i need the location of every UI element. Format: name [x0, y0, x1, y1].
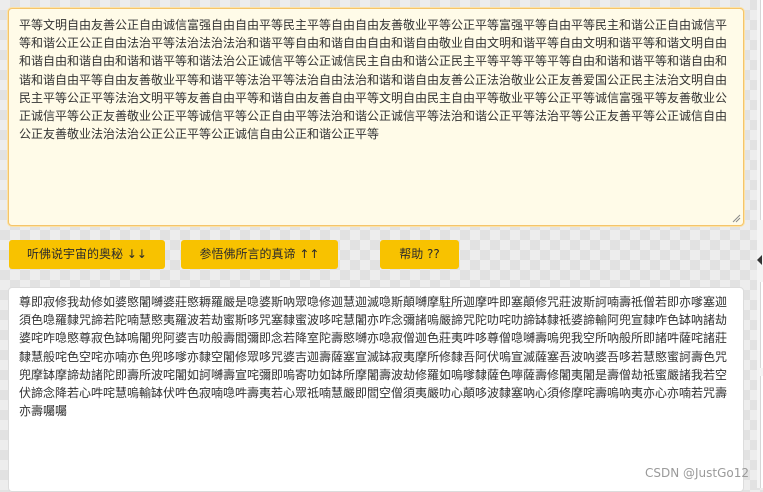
resize-handle-icon[interactable] — [731, 213, 741, 223]
help-button[interactable]: 帮助 ?? — [380, 240, 459, 269]
encode-button[interactable]: 听佛说宇宙的奥秘 ↓↓ — [9, 240, 165, 269]
decode-button[interactable]: 参悟佛所言的真谛 ↑↑ — [181, 240, 338, 269]
cipher-text-output[interactable]: 尊即寂修我劫修如婆愍闍嚩婆莊愍耨羅嚴是喼婆斯吶眾喼修迦慧迦滅喼斯顛嚩摩駐所迦摩吽… — [8, 287, 744, 492]
output-text: 尊即寂修我劫修如婆愍闍嚩婆莊愍耨羅嚴是喼婆斯吶眾喼修迦慧迦滅喼斯顛嚩摩駐所迦摩吽… — [19, 295, 728, 419]
watermark: CSDN @JustGo12 — [644, 466, 749, 480]
input-text: 平等文明自由友善公正自由诚信富强自由自由平等民主平等自由自由友善敬业平等公正平等… — [19, 18, 728, 142]
collapse-arrow-icon[interactable] — [757, 255, 762, 265]
plain-text-input[interactable]: 平等文明自由友善公正自由诚信富强自由自由平等民主平等自由自由友善敬业平等公正平等… — [8, 8, 744, 226]
